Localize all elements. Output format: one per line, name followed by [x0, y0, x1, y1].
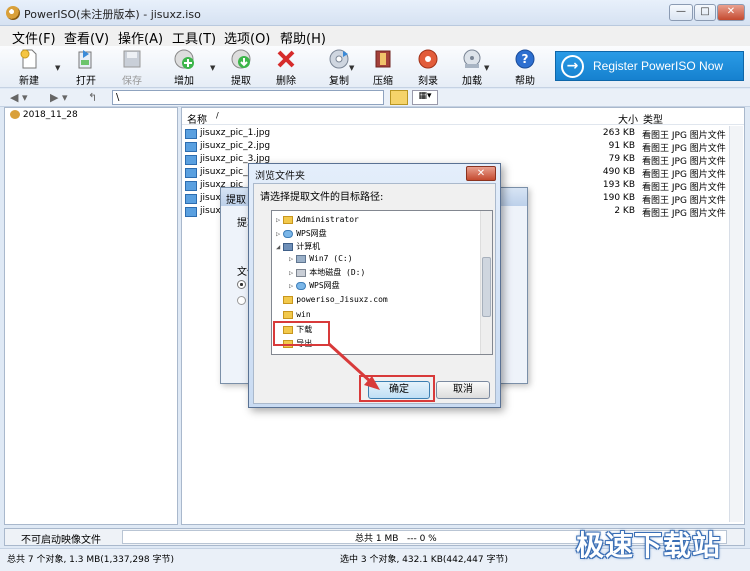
capacity-text: 总共 1 MB --- 0 %	[355, 534, 437, 544]
status-total: 总共 7 个对象, 1.3 MB(1,337,298 字节)	[7, 555, 174, 565]
annotation-arrow	[327, 342, 380, 390]
boot-status: 不可启动映像文件	[21, 535, 101, 546]
status-selected: 选中 3 个对象, 432.1 KB(442,447 字节)	[340, 555, 508, 565]
watermark-logo: 极速下载站	[576, 529, 722, 562]
